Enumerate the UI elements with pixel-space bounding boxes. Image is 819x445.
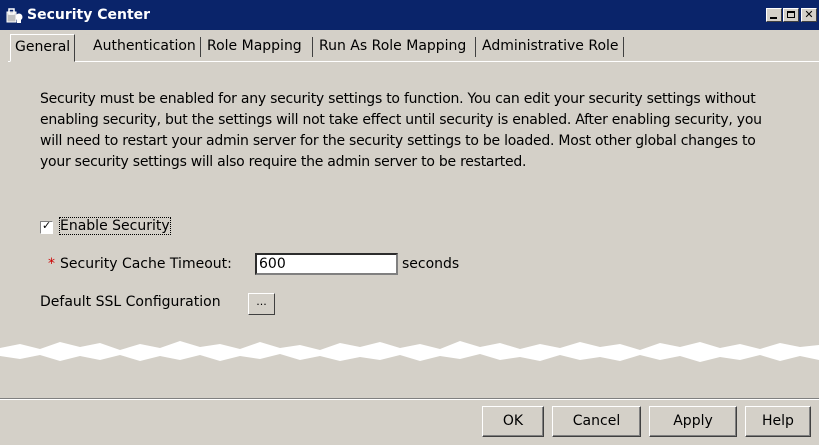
close-icon: ✕ (804, 8, 814, 21)
cancel-button[interactable]: Cancel (552, 406, 641, 437)
tab-label: General (15, 39, 71, 55)
minimize-button[interactable] (766, 8, 782, 22)
tab-separator (475, 37, 476, 57)
tab-label: Administrative Role (482, 38, 619, 54)
tab-administrative-role[interactable]: Administrative Role (482, 34, 619, 59)
window-title: Security Center (27, 7, 151, 23)
tab-label: Run As Role Mapping (319, 38, 467, 54)
cache-timeout-label: Security Cache Timeout: (60, 256, 232, 272)
title-bar[interactable]: Security Center ✕ (0, 0, 819, 30)
tab-role-mapping[interactable]: Role Mapping (207, 34, 302, 59)
panel-top-border (8, 61, 819, 62)
cache-timeout-unit: seconds (402, 256, 460, 272)
security-center-app-icon (6, 8, 24, 24)
minimize-icon (770, 17, 777, 19)
close-button[interactable]: ✕ (801, 8, 817, 22)
maximize-button[interactable] (783, 8, 799, 22)
ssl-config-browse-button[interactable]: ... (248, 293, 275, 315)
ok-button[interactable]: OK (482, 406, 544, 437)
ssl-config-label: Default SSL Configuration (40, 294, 221, 310)
torn-edge-divider (0, 341, 819, 362)
enable-security-checkbox[interactable]: ✓ (40, 219, 53, 234)
footer-divider-highlight (0, 399, 819, 400)
security-center-window: Security Center ✕ General Authentication… (0, 0, 819, 445)
tab-separator (200, 37, 201, 57)
check-icon: ✓ (42, 219, 52, 232)
security-description: Security must be enabled for any securit… (40, 91, 762, 170)
tab-general[interactable]: General (10, 34, 76, 62)
help-button[interactable]: Help (745, 406, 811, 437)
apply-button[interactable]: Apply (649, 406, 737, 437)
required-marker: * (48, 256, 55, 272)
maximize-icon (787, 11, 795, 18)
tab-run-as-role-mapping[interactable]: Run As Role Mapping (319, 34, 466, 59)
tab-separator (623, 37, 624, 57)
tab-authentication[interactable]: Authentication (93, 34, 196, 59)
cache-timeout-input[interactable]: 600 (255, 253, 398, 275)
tab-label: Authentication (93, 38, 196, 54)
tab-label: Role Mapping (207, 38, 302, 54)
enable-security-label[interactable]: Enable Security (59, 217, 171, 235)
tab-separator (312, 37, 313, 57)
enable-security-text: Enable Security (59, 217, 171, 235)
